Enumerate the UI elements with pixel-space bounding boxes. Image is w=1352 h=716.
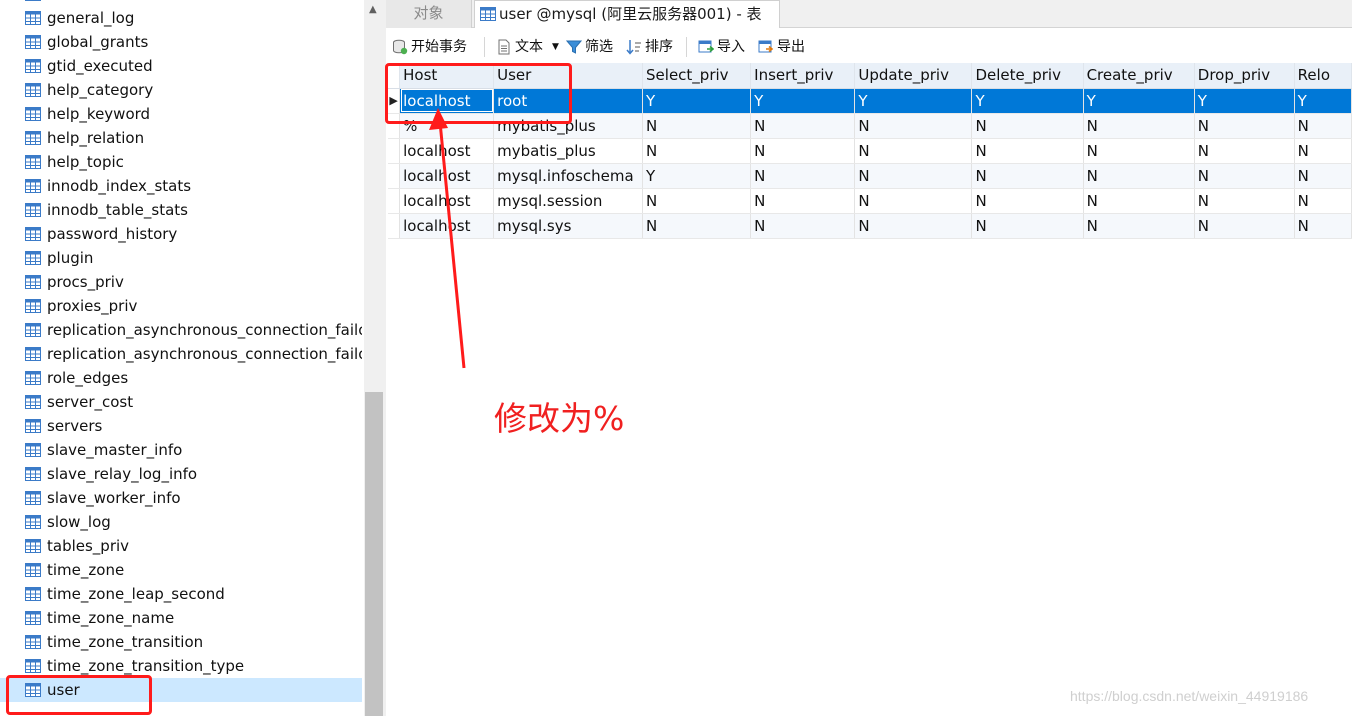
watermark: https://blog.csdn.net/weixin_44919186 <box>1070 688 1309 704</box>
annotation-text: 修改为% <box>494 399 625 438</box>
annotation-arrow <box>429 108 466 369</box>
